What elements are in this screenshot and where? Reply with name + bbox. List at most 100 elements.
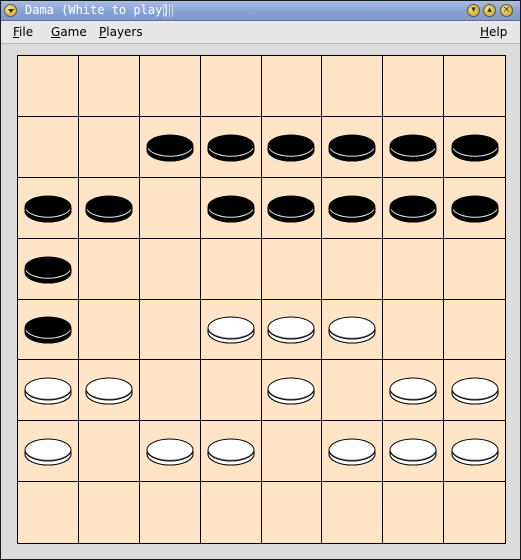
white-piece[interactable] xyxy=(451,436,499,466)
white-piece[interactable] xyxy=(207,436,255,466)
white-piece[interactable] xyxy=(24,375,72,405)
board-square-r6-c7[interactable] xyxy=(383,360,445,422)
board-square-r5-c7[interactable] xyxy=(383,299,445,361)
board-square-r6-c1[interactable] xyxy=(18,360,79,422)
board-square-r3-c1[interactable] xyxy=(18,177,79,239)
board-square-r4-c6[interactable] xyxy=(322,238,384,300)
board-square-r6-c3[interactable] xyxy=(139,360,201,422)
board-square-r8-c1[interactable] xyxy=(18,482,79,543)
board-square-r8-c5[interactable] xyxy=(261,482,323,543)
board-square-r7-c2[interactable] xyxy=(78,421,140,483)
minimize-button[interactable]: ▾ xyxy=(467,4,480,17)
board-square-r3-c2[interactable] xyxy=(78,177,140,239)
black-piece[interactable] xyxy=(85,193,133,223)
black-piece[interactable] xyxy=(389,193,437,223)
board-square-r2-c6[interactable] xyxy=(322,116,384,178)
white-piece[interactable] xyxy=(328,314,376,344)
board-square-r5-c5[interactable] xyxy=(261,299,323,361)
board-square-r3-c3[interactable] xyxy=(139,177,201,239)
board-square-r4-c7[interactable] xyxy=(383,238,445,300)
black-piece[interactable] xyxy=(24,254,72,284)
menu-help[interactable]: Help xyxy=(480,24,507,40)
board-square-r1-c7[interactable] xyxy=(383,56,445,117)
board-square-r8-c6[interactable] xyxy=(322,482,384,543)
board-square-r3-c5[interactable] xyxy=(261,177,323,239)
menu-file[interactable]: File xyxy=(13,24,33,40)
board-square-r2-c1[interactable] xyxy=(18,116,79,178)
board-square-r7-c4[interactable] xyxy=(200,421,262,483)
board-square-r2-c4[interactable] xyxy=(200,116,262,178)
white-piece[interactable] xyxy=(267,314,315,344)
close-button[interactable]: × xyxy=(500,4,513,17)
board-square-r3-c8[interactable] xyxy=(444,177,505,239)
board-square-r2-c2[interactable] xyxy=(78,116,140,178)
board-square-r8-c7[interactable] xyxy=(383,482,445,543)
white-piece[interactable] xyxy=(85,375,133,405)
board-square-r1-c2[interactable] xyxy=(78,56,140,117)
board-square-r8-c2[interactable] xyxy=(78,482,140,543)
white-piece[interactable] xyxy=(389,375,437,405)
black-piece[interactable] xyxy=(328,132,376,162)
board-square-r3-c7[interactable] xyxy=(383,177,445,239)
board-square-r1-c6[interactable] xyxy=(322,56,384,117)
maximize-button[interactable]: ▴ xyxy=(483,4,496,17)
title-bar[interactable]: Dama (White to play) ▾ ▴ × xyxy=(1,1,520,21)
board-square-r3-c4[interactable] xyxy=(200,177,262,239)
black-piece[interactable] xyxy=(389,132,437,162)
board-square-r6-c5[interactable] xyxy=(261,360,323,422)
black-piece[interactable] xyxy=(24,314,72,344)
white-piece[interactable] xyxy=(389,436,437,466)
board-square-r2-c3[interactable] xyxy=(139,116,201,178)
white-piece[interactable] xyxy=(146,436,194,466)
black-piece[interactable] xyxy=(267,193,315,223)
board-square-r6-c8[interactable] xyxy=(444,360,505,422)
white-piece[interactable] xyxy=(451,375,499,405)
board-square-r7-c3[interactable] xyxy=(139,421,201,483)
black-piece[interactable] xyxy=(24,193,72,223)
board-square-r4-c8[interactable] xyxy=(444,238,505,300)
black-piece[interactable] xyxy=(451,132,499,162)
white-piece[interactable] xyxy=(207,314,255,344)
board-square-r7-c8[interactable] xyxy=(444,421,505,483)
board-square-r3-c6[interactable] xyxy=(322,177,384,239)
board-square-r2-c5[interactable] xyxy=(261,116,323,178)
white-piece[interactable] xyxy=(328,436,376,466)
black-piece[interactable] xyxy=(328,193,376,223)
board-square-r6-c2[interactable] xyxy=(78,360,140,422)
board-square-r2-c8[interactable] xyxy=(444,116,505,178)
board-square-r5-c1[interactable] xyxy=(18,299,79,361)
board-square-r8-c8[interactable] xyxy=(444,482,505,543)
board-square-r5-c8[interactable] xyxy=(444,299,505,361)
white-piece[interactable] xyxy=(24,436,72,466)
board-square-r7-c7[interactable] xyxy=(383,421,445,483)
board-square-r4-c1[interactable] xyxy=(18,238,79,300)
board-square-r7-c1[interactable] xyxy=(18,421,79,483)
board-square-r4-c3[interactable] xyxy=(139,238,201,300)
board-square-r4-c5[interactable] xyxy=(261,238,323,300)
board-square-r4-c2[interactable] xyxy=(78,238,140,300)
board-square-r5-c2[interactable] xyxy=(78,299,140,361)
board-square-r6-c4[interactable] xyxy=(200,360,262,422)
black-piece[interactable] xyxy=(146,132,194,162)
board-square-r1-c5[interactable] xyxy=(261,56,323,117)
board-square-r7-c6[interactable] xyxy=(322,421,384,483)
board-square-r5-c3[interactable] xyxy=(139,299,201,361)
black-piece[interactable] xyxy=(207,193,255,223)
board-square-r1-c4[interactable] xyxy=(200,56,262,117)
board-square-r7-c5[interactable] xyxy=(261,421,323,483)
black-piece[interactable] xyxy=(451,193,499,223)
board-square-r5-c6[interactable] xyxy=(322,299,384,361)
board-square-r1-c1[interactable] xyxy=(18,56,79,117)
black-piece[interactable] xyxy=(267,132,315,162)
board-square-r6-c6[interactable] xyxy=(322,360,384,422)
board-square-r8-c4[interactable] xyxy=(200,482,262,543)
black-piece[interactable] xyxy=(207,132,255,162)
board-square-r1-c8[interactable] xyxy=(444,56,505,117)
window-menu-icon[interactable] xyxy=(4,4,17,17)
white-piece[interactable] xyxy=(267,375,315,405)
board-square-r5-c4[interactable] xyxy=(200,299,262,361)
menu-game[interactable]: Game xyxy=(51,24,87,40)
board-square-r4-c4[interactable] xyxy=(200,238,262,300)
board-square-r1-c3[interactable] xyxy=(139,56,201,117)
board-square-r2-c7[interactable] xyxy=(383,116,445,178)
